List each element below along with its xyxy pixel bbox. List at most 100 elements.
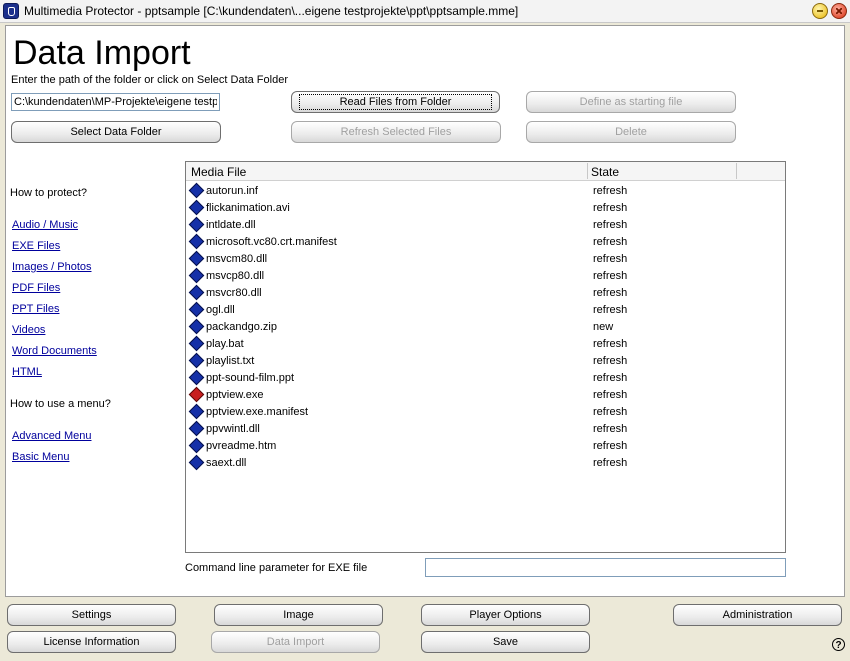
link-videos[interactable]: Videos <box>12 324 45 336</box>
blue-diamond-icon <box>188 267 205 284</box>
image-button[interactable]: Image <box>214 604 383 626</box>
table-row[interactable]: pptview.exe.manifest refresh <box>186 403 785 421</box>
file-state: refresh <box>593 304 628 316</box>
blue-diamond-icon <box>188 437 205 454</box>
file-name: msvcp80.dll <box>206 270 265 282</box>
administration-button[interactable]: Administration <box>673 604 842 626</box>
file-name: flickanimation.avi <box>206 202 290 214</box>
file-name: intldate.dll <box>206 219 256 231</box>
column-divider[interactable] <box>736 163 737 179</box>
file-state: new <box>593 321 614 333</box>
table-row[interactable]: msvcr80.dll refresh <box>186 284 785 302</box>
link-images-photos[interactable]: Images / Photos <box>12 261 92 273</box>
link-advanced-menu[interactable]: Advanced Menu <box>12 430 92 442</box>
table-row[interactable]: microsoft.vc80.crt.manifest refresh <box>186 233 785 251</box>
menu-heading: How to use a menu? <box>10 398 111 410</box>
link-html[interactable]: HTML <box>12 366 42 378</box>
file-state: refresh <box>593 253 628 265</box>
close-button[interactable] <box>831 3 847 19</box>
link-exe-files[interactable]: EXE Files <box>12 240 60 252</box>
table-row[interactable]: saext.dll refresh <box>186 454 785 472</box>
file-state: refresh <box>593 202 628 214</box>
table-row[interactable]: ppt-sound-film.ppt refresh <box>186 369 785 387</box>
file-name: ogl.dll <box>206 304 235 316</box>
table-row[interactable]: pptview.exe refresh <box>186 386 785 404</box>
command-line-label: Command line parameter for EXE file <box>185 562 368 574</box>
file-name: pptview.exe <box>206 389 264 401</box>
blue-diamond-icon <box>188 403 205 420</box>
path-instruction: Enter the path of the folder or click on… <box>11 74 288 86</box>
column-divider[interactable] <box>587 163 588 179</box>
blue-diamond-icon <box>188 318 205 335</box>
file-name: ppvwintl.dll <box>206 423 260 435</box>
link-audio-music[interactable]: Audio / Music <box>12 219 78 231</box>
blue-diamond-icon <box>188 182 205 199</box>
column-header-media-file[interactable]: Media File <box>191 165 246 179</box>
file-name: autorun.inf <box>206 185 258 197</box>
table-row[interactable]: msvcp80.dll refresh <box>186 267 785 285</box>
folder-path-input[interactable] <box>11 93 220 111</box>
table-row[interactable]: msvcm80.dll refresh <box>186 250 785 268</box>
file-state: refresh <box>593 287 628 299</box>
refresh-selected-button[interactable]: Refresh Selected Files <box>291 121 501 143</box>
media-file-list[interactable]: Media File State autorun.inf refresh flick… <box>185 161 786 553</box>
settings-button[interactable]: Settings <box>7 604 176 626</box>
title-bar: Multimedia Protector - pptsample [C:\kun… <box>0 0 850 23</box>
blue-diamond-icon <box>188 454 205 471</box>
file-name: saext.dll <box>206 457 247 469</box>
protect-heading: How to protect? <box>10 187 88 199</box>
file-state: refresh <box>593 372 628 384</box>
table-row[interactable]: autorun.inf refresh <box>186 182 785 200</box>
data-import-button[interactable]: Data Import <box>211 631 380 653</box>
column-header-state[interactable]: State <box>591 165 619 179</box>
blue-diamond-icon <box>188 301 205 318</box>
help-icon[interactable]: ? <box>832 638 845 651</box>
license-information-button[interactable]: License Information <box>7 631 176 653</box>
read-files-label: Read Files from Folder <box>298 94 493 110</box>
link-pdf-files[interactable]: PDF Files <box>12 282 60 294</box>
file-name: pptview.exe.manifest <box>206 406 309 418</box>
link-word-documents[interactable]: Word Documents <box>12 345 97 357</box>
link-ppt-files[interactable]: PPT Files <box>12 303 59 315</box>
blue-diamond-icon <box>188 284 205 301</box>
window-title: Multimedia Protector - pptsample [C:\kun… <box>24 4 519 18</box>
command-line-input[interactable] <box>425 558 786 577</box>
file-state: refresh <box>593 185 628 197</box>
table-row[interactable]: intldate.dll refresh <box>186 216 785 234</box>
table-row[interactable]: ogl.dll refresh <box>186 301 785 319</box>
read-files-button[interactable]: Read Files from Folder <box>291 91 500 113</box>
table-row[interactable]: flickanimation.avi refresh <box>186 199 785 217</box>
blue-diamond-icon <box>188 233 205 250</box>
page-title: Data Import <box>13 34 191 72</box>
file-name: play.bat <box>206 338 244 350</box>
delete-button[interactable]: Delete <box>526 121 736 143</box>
blue-diamond-icon <box>188 250 205 267</box>
select-data-folder-button[interactable]: Select Data Folder <box>11 121 221 143</box>
blue-diamond-icon <box>188 369 205 386</box>
table-row[interactable]: play.bat refresh <box>186 335 785 353</box>
player-options-button[interactable]: Player Options <box>421 604 590 626</box>
save-button[interactable]: Save <box>421 631 590 653</box>
blue-diamond-icon <box>188 335 205 352</box>
table-row[interactable]: ppvwintl.dll refresh <box>186 420 785 438</box>
file-state: refresh <box>593 389 628 401</box>
list-header: Media File State <box>186 162 785 181</box>
file-state: refresh <box>593 440 628 452</box>
file-state: refresh <box>593 219 628 231</box>
minimize-button[interactable] <box>812 3 828 19</box>
blue-diamond-icon <box>188 352 205 369</box>
file-name: packandgo.zip <box>206 321 277 333</box>
file-state: refresh <box>593 338 628 350</box>
file-name: playlist.txt <box>206 355 255 367</box>
red-diamond-icon <box>188 386 205 403</box>
file-state: refresh <box>593 406 628 418</box>
table-row[interactable]: playlist.txt refresh <box>186 352 785 370</box>
file-state: refresh <box>593 270 628 282</box>
file-name: ppt-sound-film.ppt <box>206 372 295 384</box>
table-row[interactable]: packandgo.zip new <box>186 318 785 336</box>
blue-diamond-icon <box>188 420 205 437</box>
define-starting-file-button[interactable]: Define as starting file <box>526 91 736 113</box>
file-state: refresh <box>593 423 628 435</box>
link-basic-menu[interactable]: Basic Menu <box>12 451 69 463</box>
table-row[interactable]: pvreadme.htm refresh <box>186 437 785 455</box>
